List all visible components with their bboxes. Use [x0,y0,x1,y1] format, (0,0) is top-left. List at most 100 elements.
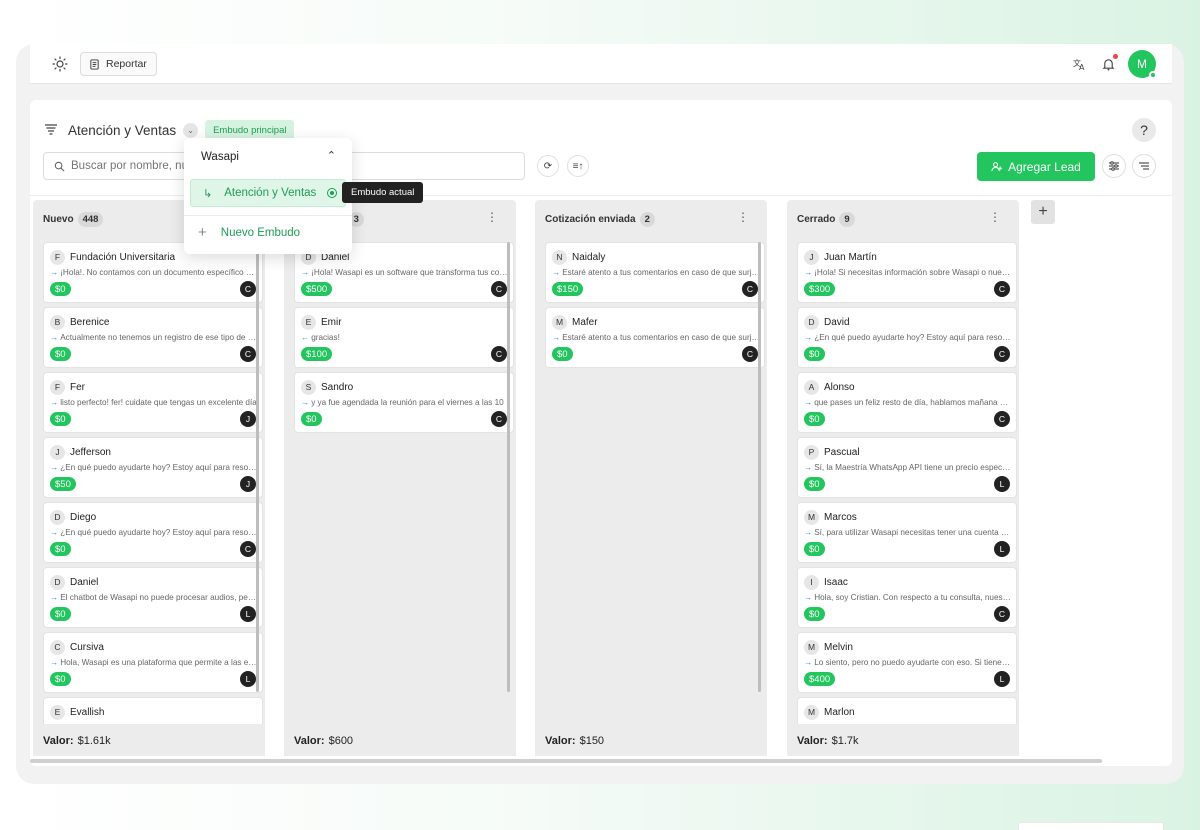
lead-name: Emir [321,316,342,328]
column-count-badge: 2 [639,212,655,227]
lead-card[interactable]: P Pascual → Sí, la Maestría WhatsApp API ti… [797,437,1017,498]
filter-settings-icon[interactable] [1102,154,1126,178]
lead-name: Cursiva [70,641,104,653]
assigned-agent-avatar[interactable]: L [240,606,256,622]
help-button[interactable]: ? [1132,118,1156,142]
lead-card[interactable]: D Diego → ¿En qué puedo ayudarte hoy? Estoy… [43,502,263,563]
pipeline-title[interactable]: Atención y Ventas [68,123,176,138]
assigned-agent-avatar[interactable]: L [240,671,256,687]
assigned-agent-avatar[interactable]: L [994,541,1010,557]
assigned-agent-avatar[interactable]: C [240,281,256,297]
dropdown-group-title[interactable]: Wasapi [201,151,239,163]
column-menu-icon[interactable]: ⋮ [737,211,749,223]
column-cards: J Juan Martín → ¡Hola! Si necesitas informa… [797,242,1017,724]
column-title: Nuevo [43,214,74,225]
pipeline-dropdown: Wasapi ⌃ ↳ Atención y Ventas + Nuevo Emb… [184,138,352,254]
assigned-agent-avatar[interactable]: J [240,476,256,492]
dropdown-new-label: Nuevo Embudo [220,226,301,239]
message-text: y ya fue agendada la reunión para el vie… [311,398,504,407]
notifications-bell-icon[interactable] [1100,54,1118,72]
pipeline-selector-chevron-icon[interactable]: ⌄ [183,122,199,138]
assigned-agent-avatar[interactable]: C [742,281,758,297]
lead-card[interactable]: E Emir ← gracias! $100 C [294,307,514,368]
dropdown-item-current[interactable]: ↳ Atención y Ventas [190,179,346,207]
sort-icon[interactable]: ≡↑ [567,155,589,177]
column-value-label: Valor: [294,735,325,747]
report-button[interactable]: Reportar [80,52,157,76]
lead-initial: F [50,249,65,265]
lead-last-message: → Hola, soy Cristian. Con respecto a tu c… [804,593,1012,602]
lead-name: Pascual [824,446,860,458]
assigned-agent-avatar[interactable]: J [240,411,256,427]
outgoing-arrow-icon: → [552,268,561,277]
outgoing-arrow-icon: → [552,333,561,342]
lead-card[interactable]: D Daniel → El chatbot de Wasapi no puede pr… [43,567,263,628]
lead-initial: M [804,704,819,720]
column-cards: D Daniel → ¡Hola! Wasapi es un software que… [294,242,514,724]
lead-value-badge: $0 [301,412,322,426]
dropdown-item-new-pipeline[interactable]: + Nuevo Embudo [198,224,300,241]
assigned-agent-avatar[interactable]: C [240,541,256,557]
outgoing-arrow-icon: → [804,593,813,602]
lead-name: Marcos [824,511,857,523]
help-label: ? [1140,122,1148,138]
lead-initial: J [50,444,65,460]
assigned-agent-avatar[interactable]: C [491,411,507,427]
lead-card[interactable]: S Sandro → y ya fue agendada la reunión par… [294,372,514,433]
lead-card[interactable]: F Fer → listo perfecto! fer! cuidate que te… [43,372,263,433]
assigned-agent-avatar[interactable]: C [240,346,256,362]
lead-initial: E [301,314,316,330]
column-count-badge: 9 [839,212,855,227]
lead-last-message: → y ya fue agendada la reunión para el vi… [301,398,509,407]
column-menu-icon[interactable]: ⋮ [486,211,498,223]
lead-value-badge: $0 [804,607,825,621]
chevron-up-icon[interactable]: ⌃ [327,149,336,162]
assigned-agent-avatar[interactable]: C [994,281,1010,297]
assigned-agent-avatar[interactable]: C [994,606,1010,622]
lead-card[interactable]: I Isaac → Hola, soy Cristian. Con respecto … [797,567,1017,628]
column-footer: Valor: $1.61k [33,726,265,756]
add-lead-button[interactable]: Agregar Lead [977,152,1095,181]
list-view-icon[interactable] [1132,154,1156,178]
lead-initial: J [804,249,819,265]
lead-initial: M [804,509,819,525]
assigned-agent-avatar[interactable]: C [742,346,758,362]
lead-card[interactable]: M Marcos → Sí, para utilizar Wasapi necesit… [797,502,1017,563]
lead-card[interactable]: E Evallish [43,697,263,724]
column-scrollbar[interactable] [507,242,510,692]
translate-icon[interactable]: 文A [1072,56,1088,72]
lead-card[interactable]: M Marlon [797,697,1017,724]
assigned-agent-avatar[interactable]: C [491,346,507,362]
lead-initial: F [50,379,65,395]
lead-card[interactable]: C Cursiva → Hola, Wasapi es una plataforma … [43,632,263,693]
lead-last-message: → ¡Hola! Si necesitas información sobre W… [804,268,1012,277]
column-scrollbar[interactable] [758,242,761,692]
board-minimap[interactable] [1018,822,1164,830]
assigned-agent-avatar[interactable]: L [994,671,1010,687]
lead-card[interactable]: M Mafer → Estaré atento a tus comentarios e… [545,307,765,368]
lead-name: David [824,316,850,328]
column-menu-icon[interactable]: ⋮ [989,211,1001,223]
pipeline-column: Cotización enviada 2 ⋮ N Naidaly → Estaré aten… [535,200,767,756]
assigned-agent-avatar[interactable]: C [491,281,507,297]
lead-initial: D [804,314,819,330]
column-scrollbar[interactable] [256,242,259,692]
assigned-agent-avatar[interactable]: C [994,411,1010,427]
lead-card[interactable]: M Melvin → Lo siento, pero no puedo ayudart… [797,632,1017,693]
lead-card[interactable]: J Jefferson → ¿En qué puedo ayudarte hoy? E… [43,437,263,498]
lead-value-badge: $0 [50,412,71,426]
lead-card[interactable]: D David → ¿En qué puedo ayudarte hoy? Estoy… [797,307,1017,368]
assigned-agent-avatar[interactable]: L [994,476,1010,492]
user-avatar[interactable]: M [1128,50,1157,79]
assigned-agent-avatar[interactable]: C [994,346,1010,362]
refresh-icon[interactable]: ⟳ [537,155,559,177]
lead-card[interactable]: N Naidaly → Estaré atento a tus comentarios… [545,242,765,303]
theme-toggle-icon[interactable] [52,56,68,72]
lead-card[interactable]: J Juan Martín → ¡Hola! Si necesitas informa… [797,242,1017,303]
message-text: Estaré atento a tus comentarios en caso … [562,268,760,277]
horizontal-scrollbar[interactable] [30,759,1102,763]
add-column-button[interactable]: + [1031,200,1055,224]
message-text: Hola, soy Cristian. Con respecto a tu co… [814,593,1012,602]
lead-card[interactable]: B Berenice → Actualmente no tenemos un regi… [43,307,263,368]
lead-card[interactable]: A Alonso → que pases un feliz resto de día,… [797,372,1017,433]
